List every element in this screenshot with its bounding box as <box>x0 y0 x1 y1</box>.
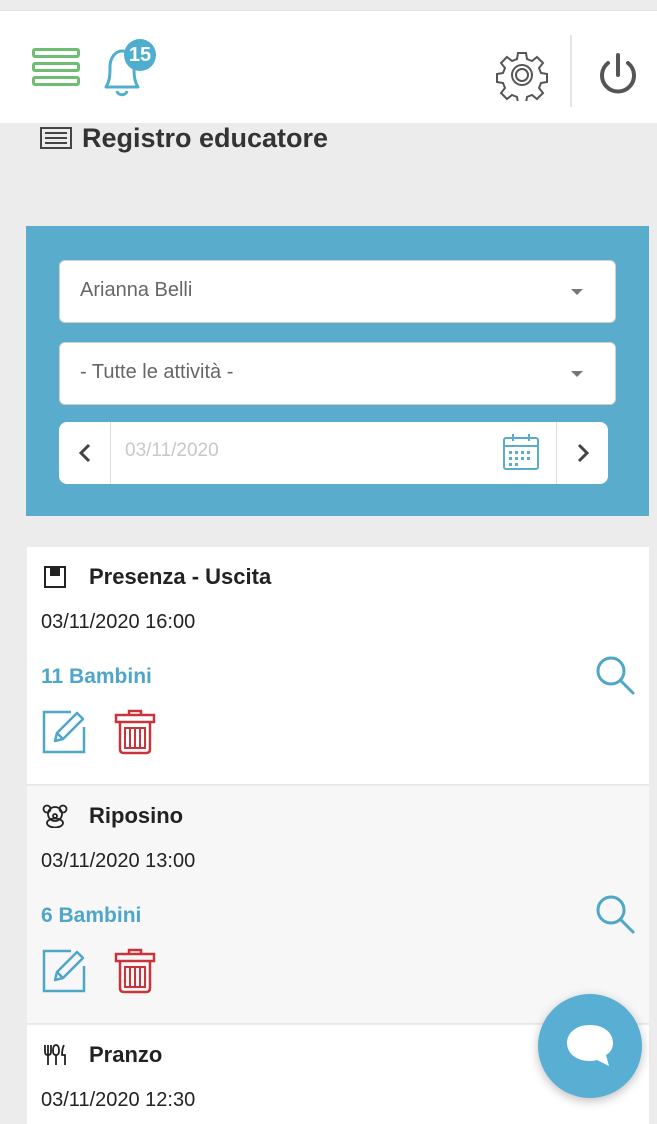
next-day-button[interactable] <box>556 422 608 484</box>
teddy-bear-icon <box>41 802 69 830</box>
chat-bubble-icon <box>567 1025 613 1066</box>
power-icon[interactable] <box>594 49 642 99</box>
card-header: Riposino <box>41 802 183 830</box>
notification-badge: 15 <box>124 39 156 71</box>
children-count-link[interactable]: 11 Bambini <box>41 665 152 689</box>
door-icon <box>41 563 69 591</box>
date-picker <box>59 422 608 484</box>
page-title: Registro educatore <box>40 118 328 158</box>
chevron-left-icon <box>78 443 90 463</box>
cutlery-icon <box>41 1041 69 1069</box>
educator-select-value: Arianna Belli <box>80 279 193 301</box>
edit-icon[interactable] <box>41 709 87 755</box>
card-title: Riposino <box>89 803 184 828</box>
caret-down-icon <box>571 289 583 295</box>
children-count-link[interactable]: 6 Bambini <box>41 904 141 928</box>
header-divider <box>570 35 572 107</box>
card-datetime: 03/11/2020 12:30 <box>41 1089 196 1111</box>
page-title-text: Registro educatore <box>82 122 329 153</box>
card-header: Pranzo <box>41 1041 162 1069</box>
card-header: Presenza - Uscita <box>41 563 271 591</box>
chevron-right-icon <box>577 443 589 463</box>
educator-select[interactable]: Arianna Belli <box>59 260 616 323</box>
previous-day-button[interactable] <box>59 422 111 484</box>
hamburger-menu-icon[interactable] <box>32 48 80 92</box>
menu-line <box>32 48 80 58</box>
search-icon[interactable] <box>593 892 637 936</box>
card-title: Presenza - Uscita <box>89 564 272 589</box>
trash-icon[interactable] <box>113 709 157 755</box>
activity-select-value: - Tutte le attività - <box>80 361 234 383</box>
card-datetime: 03/11/2020 16:00 <box>41 611 196 633</box>
caret-down-icon <box>571 371 583 377</box>
menu-line <box>32 62 80 72</box>
date-input[interactable] <box>125 440 425 462</box>
card-datetime: 03/11/2020 13:00 <box>41 850 196 872</box>
trash-icon[interactable] <box>113 948 157 994</box>
gear-icon[interactable] <box>496 49 548 101</box>
chat-button[interactable] <box>538 994 642 1098</box>
card-title: Pranzo <box>89 1042 163 1067</box>
activity-card: Riposino 03/11/2020 13:00 6 Bambini <box>27 786 649 1024</box>
activity-card: Presenza - Uscita 03/11/2020 16:00 11 Ba… <box>27 547 649 785</box>
filter-panel: Arianna Belli - Tutte le attività - <box>26 226 649 516</box>
edit-icon[interactable] <box>41 948 87 994</box>
activity-select[interactable]: - Tutte le attività - <box>59 342 616 405</box>
top-bar: 15 <box>0 10 657 123</box>
calendar-icon[interactable] <box>501 432 541 472</box>
menu-line <box>32 76 80 86</box>
list-icon <box>40 127 72 149</box>
search-icon[interactable] <box>593 653 637 697</box>
